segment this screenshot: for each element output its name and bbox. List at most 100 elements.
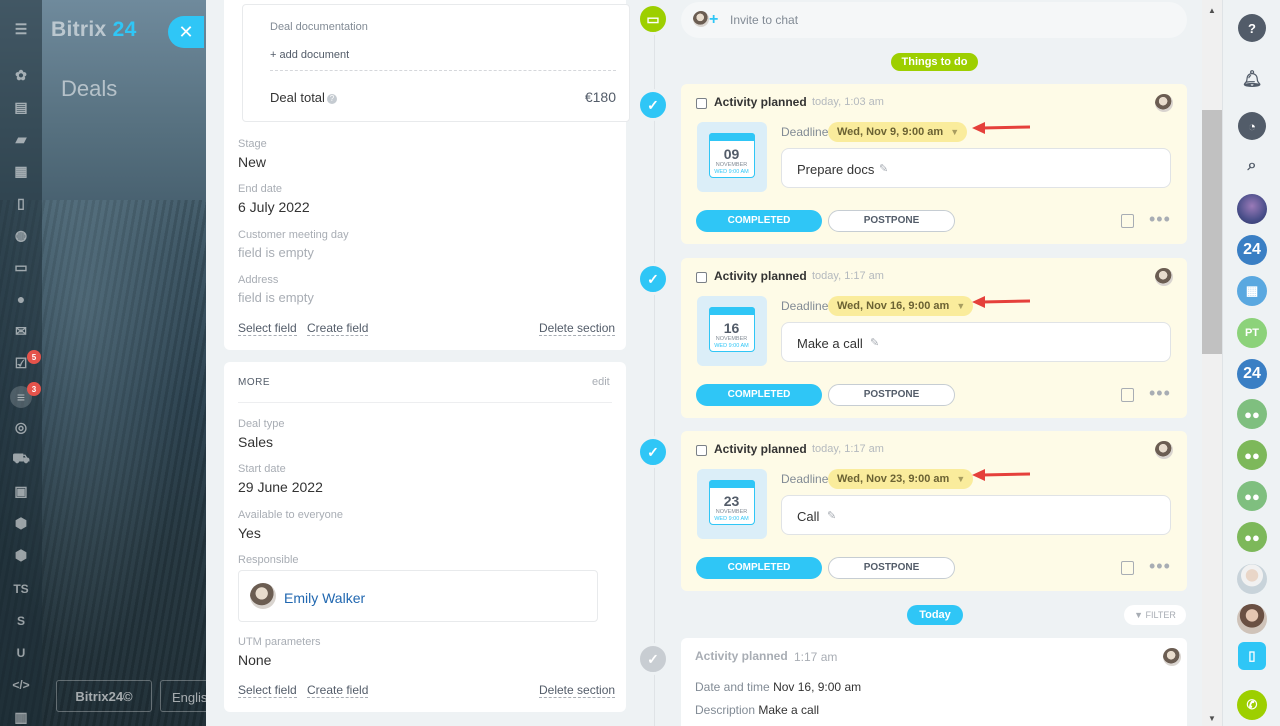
more-options-icon[interactable]: ••• [1149,556,1171,577]
calendar-icon[interactable]: ▦ [1237,276,1267,306]
bitrix24-icon[interactable]: 24 [1237,359,1267,389]
user-initials-pt[interactable]: PT [1237,318,1267,348]
deadline-selector[interactable]: Wed, Nov 23, 9:00 am ▼ [828,469,974,489]
target-icon[interactable]: ◎ [12,418,30,436]
filter-icon: ▼ [1134,610,1146,620]
robot-icon[interactable]: ◍ [12,226,30,244]
history-title[interactable]: Activity planned [695,649,788,663]
activity-check-icon: ✓ [637,89,669,121]
puzzle-icon[interactable]: ✿ [12,66,30,84]
box2-icon[interactable]: ⬢ [12,546,30,564]
completed-button[interactable]: COMPLETED [696,210,822,232]
nav-text-s[interactable]: S [12,612,30,630]
calendar-month: NOVEMBER [715,162,748,168]
activity-description-box[interactable]: Make a call ✎ [781,322,1171,362]
messenger-icon[interactable]: ▰ [12,130,30,148]
help-icon[interactable]: ? [1238,14,1266,42]
field-value[interactable]: field is empty [238,245,314,260]
group-icon[interactable]: ●● [1237,481,1267,511]
avatar[interactable] [1237,194,1267,224]
scroll-up-icon[interactable]: ▲ [1208,6,1216,15]
create-field-link[interactable]: Create field [307,683,369,698]
bell-icon[interactable]: 🔔︎ [1237,64,1267,94]
box-icon[interactable]: ⬢ [12,514,30,532]
scrollbar[interactable]: ▲ ▼ [1202,0,1222,726]
activity-checkbox[interactable] [696,272,707,283]
calendar-nav-icon[interactable]: ▦ [12,162,30,180]
group-icon[interactable]: ●● [1237,399,1267,429]
avatar[interactable] [1237,604,1267,634]
invite-to-chat-bar[interactable]: + Invite to chat [681,2,1187,38]
field-value[interactable]: None [238,652,271,668]
field-value[interactable]: 6 July 2022 [238,199,310,215]
activity-checkbox[interactable] [696,98,707,109]
contact-card-icon[interactable]: ▣ [12,482,30,500]
field-value[interactable]: 29 June 2022 [238,479,323,495]
code-icon[interactable]: </> [12,676,30,694]
avatar[interactable] [1155,94,1173,112]
note-icon[interactable] [1121,561,1134,575]
postpone-button[interactable]: POSTPONE [828,210,955,232]
mail-icon[interactable]: ✉ [12,322,30,340]
help-icon[interactable]: ? [326,94,337,104]
pencil-icon[interactable]: ✎ [879,162,888,175]
create-field-link[interactable]: Create field [307,321,369,336]
avatar[interactable] [1163,648,1181,666]
drive-icon[interactable]: ▭ [12,258,30,276]
delete-section-link[interactable]: Delete section [539,321,616,336]
docs-icon[interactable]: ▯ [12,194,30,212]
feed-icon[interactable]: ▤ [12,98,30,116]
activity-checkbox[interactable] [696,445,707,456]
call-icon[interactable]: ✆ [1237,690,1267,720]
more-options-icon[interactable]: ••• [1149,383,1171,404]
field-value[interactable]: Sales [238,434,273,450]
completed-button[interactable]: COMPLETED [696,384,822,406]
note-icon[interactable] [1121,214,1134,228]
pencil-icon[interactable]: ✎ [870,336,879,349]
pencil-icon[interactable]: ✎ [827,509,836,522]
field-value[interactable]: New [238,154,266,170]
contacts-icon[interactable]: ● [12,290,30,308]
group-icon[interactable]: ●● [1237,522,1267,552]
select-field-link[interactable]: Select field [238,321,297,336]
deadline-selector[interactable]: Wed, Nov 16, 9:00 am ▼ [828,296,974,316]
avatar[interactable] [1155,268,1173,286]
delete-section-link[interactable]: Delete section [539,683,616,698]
divider [270,70,616,71]
activity-description-box[interactable]: Call ✎ [781,495,1171,535]
chat-icon[interactable]: ◔ [1238,112,1266,140]
more-options-icon[interactable]: ••• [1149,209,1171,230]
avatar[interactable] [1237,564,1267,594]
search-icon[interactable]: ⌕ [1237,151,1267,181]
footer-brand-button[interactable]: Bitrix24© [56,680,152,712]
more-icon[interactable]: ▥ [12,708,30,726]
avatar[interactable] [250,583,276,609]
nav-text-ts[interactable]: TS [12,580,30,598]
add-document-link[interactable]: + add document [270,49,349,61]
avatar[interactable] [1155,441,1173,459]
scroll-down-icon[interactable]: ▼ [1208,714,1216,723]
postpone-button[interactable]: POSTPONE [828,384,955,406]
completed-button[interactable]: COMPLETED [696,557,822,579]
edit-section-link[interactable]: edit [592,376,610,388]
close-slider-button[interactable]: ✕ [168,16,204,48]
brand-logo[interactable]: Bitrix 24 [51,18,137,42]
field-value[interactable]: field is empty [238,290,314,305]
language-selector[interactable]: English [160,680,215,712]
calendar-day: 09 [723,146,740,162]
select-field-link[interactable]: Select field [238,683,297,698]
phone-transfer-icon[interactable]: ▯ [1238,642,1266,670]
menu-icon[interactable]: ☰ [12,20,30,38]
activity-description-box[interactable]: Prepare docs ✎ [781,148,1171,188]
deadline-selector[interactable]: Wed, Nov 9, 9:00 am ▼ [828,122,968,142]
postpone-button[interactable]: POSTPONE [828,557,955,579]
scrollbar-thumb[interactable] [1202,110,1222,354]
responsible-name-link[interactable]: Emily Walker [284,590,365,606]
cart-icon[interactable]: ⛟ [12,450,30,468]
filter-button[interactable]: ▼ FILTER [1124,605,1186,625]
field-value[interactable]: Yes [238,525,261,541]
group-icon[interactable]: ●● [1237,440,1267,470]
note-icon[interactable] [1121,388,1134,402]
nav-text-u[interactable]: U [12,644,30,662]
bitrix24-icon[interactable]: 24 [1237,235,1267,265]
